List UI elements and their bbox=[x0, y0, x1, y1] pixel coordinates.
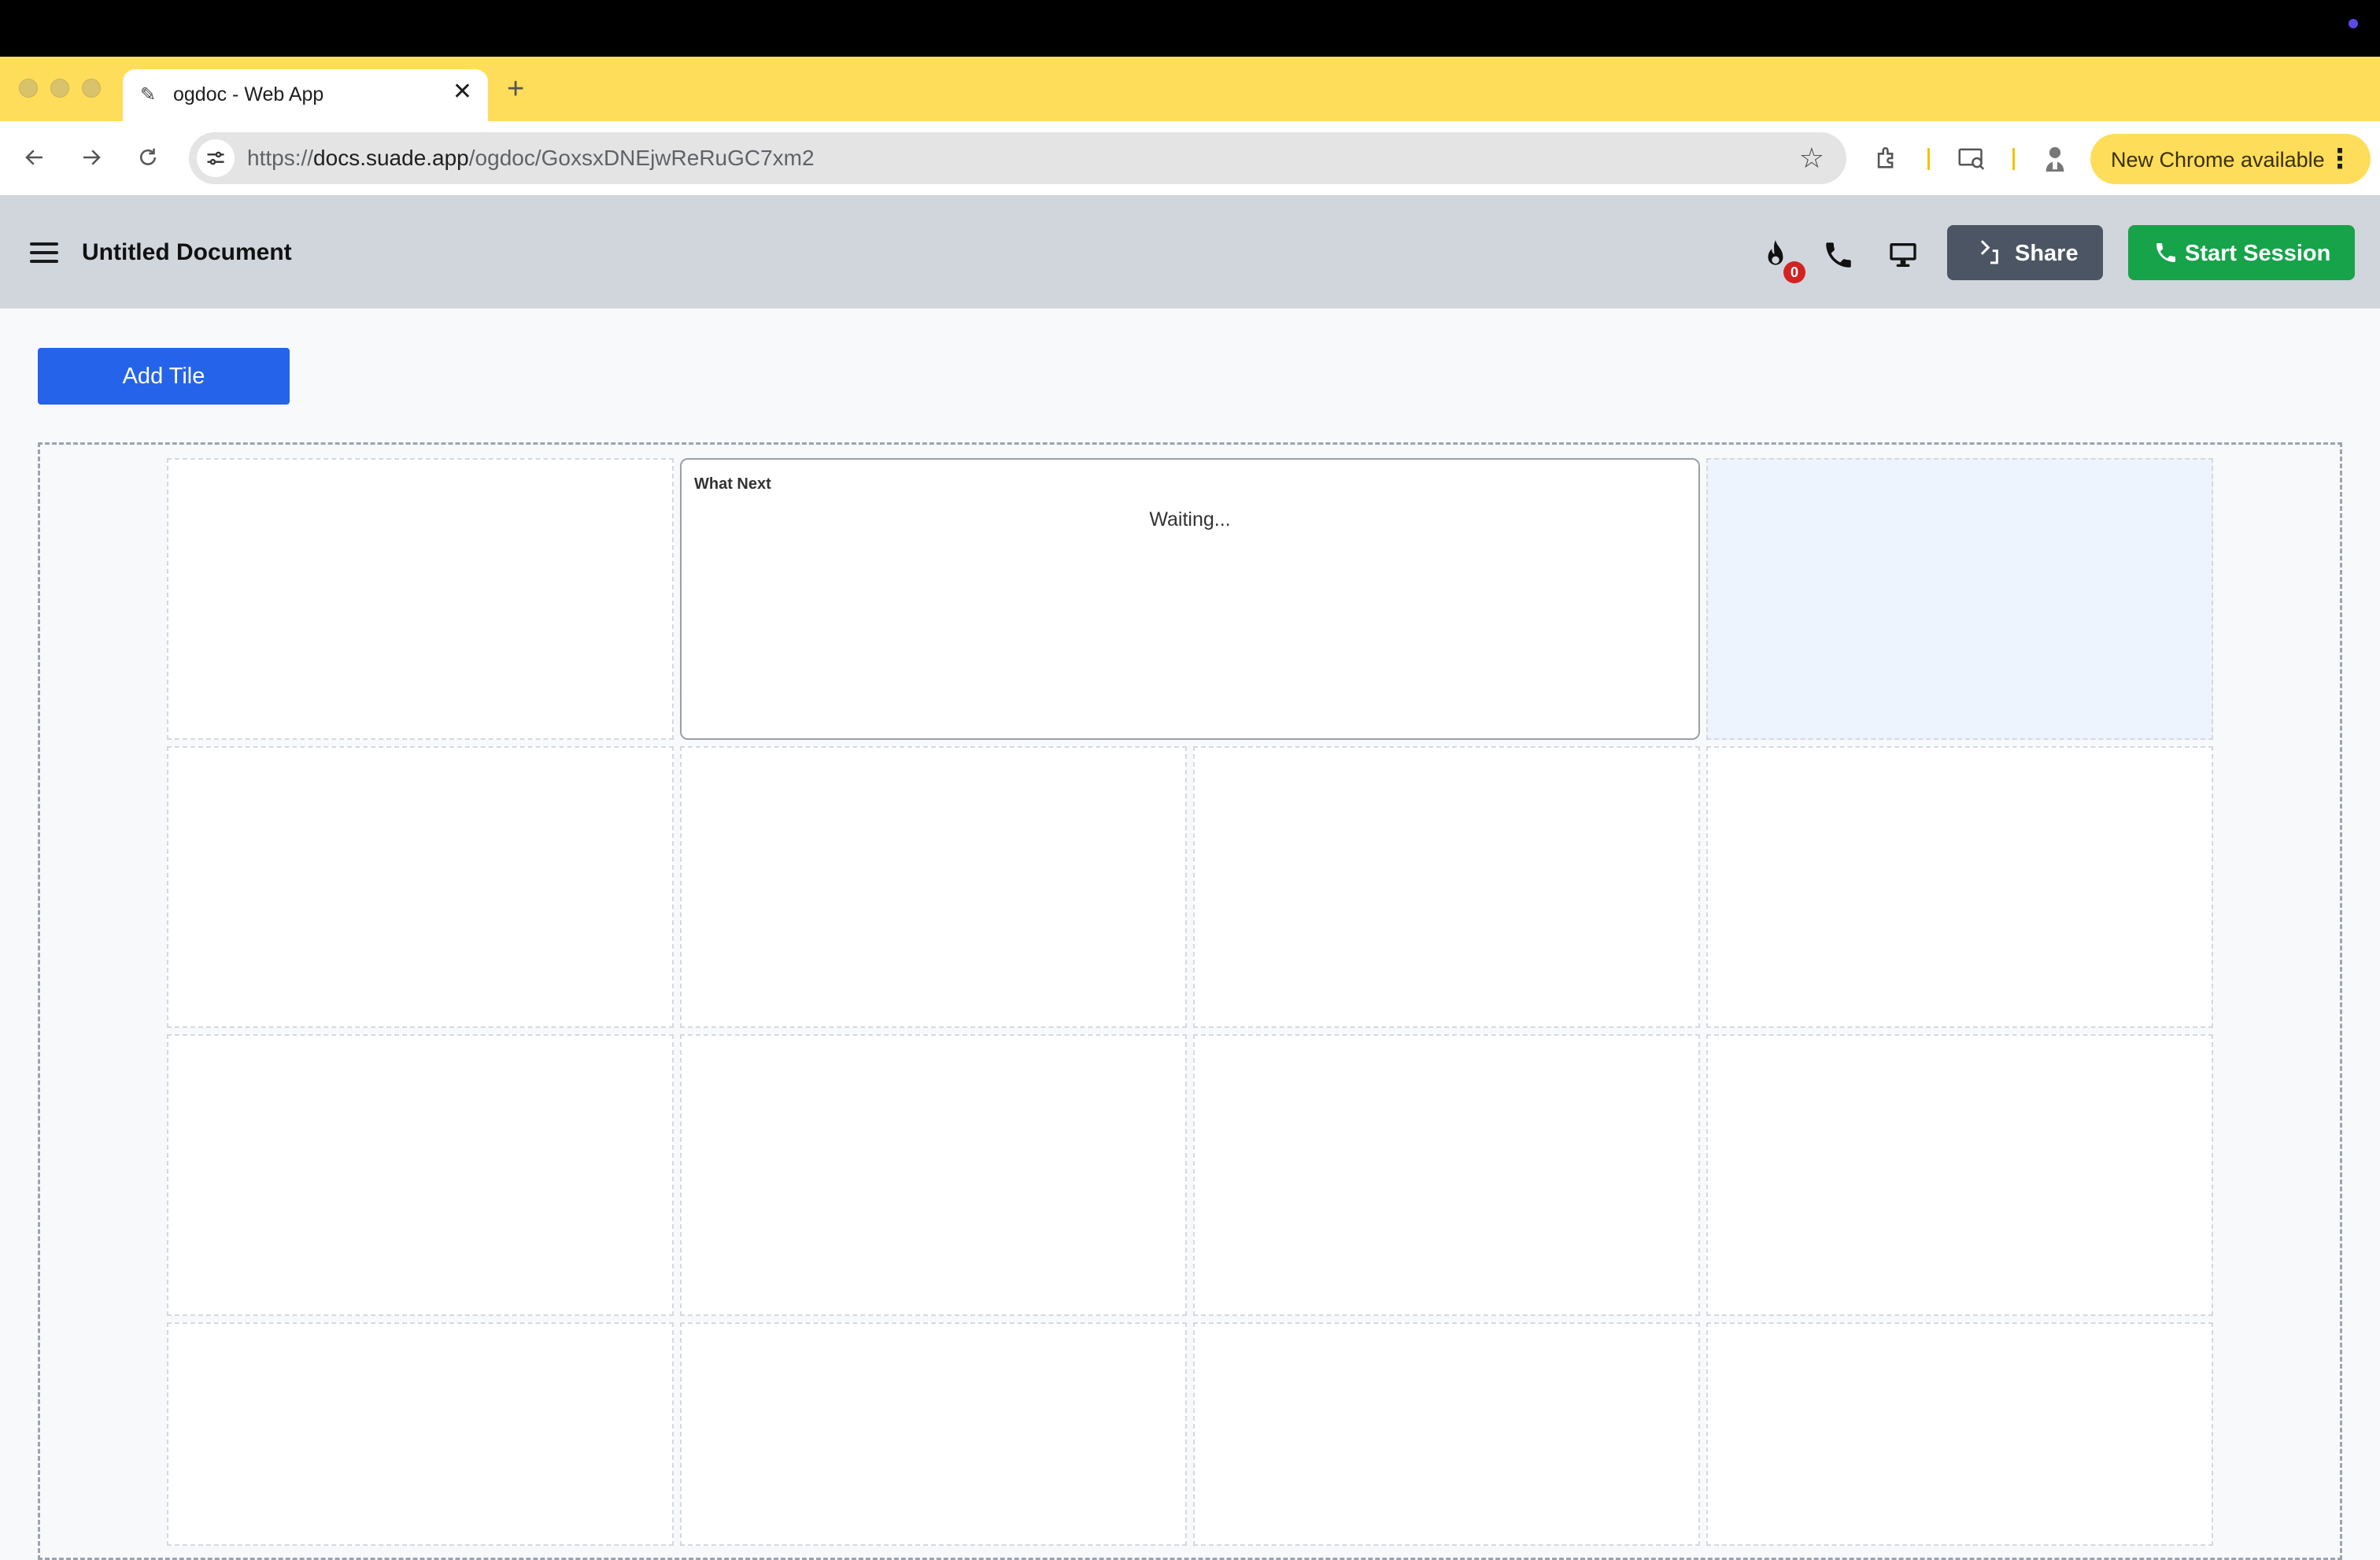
share-label: Share bbox=[2015, 241, 2079, 266]
app-header: Untitled Document 0 Share Start Session bbox=[0, 195, 2380, 309]
window-zoom-button[interactable] bbox=[82, 79, 101, 98]
grid-cell[interactable] bbox=[680, 746, 1187, 1028]
grid-cell[interactable] bbox=[1706, 1034, 2213, 1316]
window-minimize-button[interactable] bbox=[50, 79, 69, 98]
grid-cell[interactable] bbox=[167, 458, 674, 740]
url-scheme: https:// bbox=[247, 146, 314, 170]
grid-cell[interactable] bbox=[680, 1034, 1187, 1316]
grid-cell[interactable] bbox=[1193, 1034, 1700, 1316]
window-close-button[interactable] bbox=[19, 79, 38, 98]
start-session-button[interactable]: Start Session bbox=[2128, 225, 2355, 280]
document-title[interactable]: Untitled Document bbox=[82, 239, 292, 266]
grid-cell[interactable] bbox=[167, 1034, 674, 1316]
phone-icon[interactable] bbox=[1818, 235, 1859, 275]
os-menu-bar bbox=[0, 0, 2380, 57]
status-dot bbox=[2349, 19, 2358, 28]
address-bar[interactable]: https://docs.suade.app/ogdoc/GoxsxDNEjwR… bbox=[189, 132, 1846, 184]
browser-tab[interactable]: ✎ ogdoc - Web App ✕ bbox=[123, 69, 488, 121]
new-tab-button[interactable]: + bbox=[507, 74, 524, 104]
grid-cell[interactable] bbox=[680, 1322, 1187, 1546]
share-button[interactable]: Share bbox=[1947, 225, 2103, 280]
tab-close-icon[interactable]: ✕ bbox=[453, 80, 472, 104]
tab-title: ogdoc - Web App bbox=[173, 83, 324, 105]
tile-card[interactable]: What Next Waiting... bbox=[680, 458, 1700, 740]
reload-icon[interactable] bbox=[131, 140, 165, 175]
menu-icon[interactable]: ⋮ bbox=[2326, 143, 2353, 175]
extensions-icon[interactable] bbox=[1870, 142, 1903, 175]
star-icon[interactable]: ☆ bbox=[1799, 142, 1824, 175]
grid-cell[interactable] bbox=[1193, 1322, 1700, 1546]
url-path: /ogdoc/GoxsxDNEjwReRuGC7xm2 bbox=[468, 146, 815, 170]
notification-badge: 0 bbox=[1783, 261, 1805, 283]
back-icon[interactable] bbox=[17, 140, 52, 175]
grid-cell-highlighted[interactable] bbox=[1706, 458, 2213, 740]
hamburger-menu-icon[interactable] bbox=[30, 242, 58, 263]
url-text: https://docs.suade.app/ogdoc/GoxsxDNEjwR… bbox=[247, 146, 815, 171]
monitor-icon[interactable] bbox=[1883, 235, 1924, 275]
toolbar-divider bbox=[2012, 148, 2015, 170]
url-host: docs.suade.app bbox=[313, 146, 469, 170]
add-tile-button[interactable]: Add Tile bbox=[38, 348, 290, 405]
grid-cell[interactable] bbox=[167, 746, 674, 1028]
pen-favicon-icon: ✎ bbox=[140, 84, 157, 105]
update-label: New Chrome available bbox=[2111, 148, 2325, 172]
cast-search-icon[interactable] bbox=[1955, 142, 1988, 175]
browser-toolbar: https://docs.suade.app/ogdoc/GoxsxDNEjwR… bbox=[0, 121, 2380, 196]
site-info-icon[interactable] bbox=[197, 139, 235, 177]
tile-title: What Next bbox=[694, 475, 771, 493]
forward-icon[interactable] bbox=[74, 140, 109, 175]
grid-cell[interactable] bbox=[1193, 746, 1700, 1028]
grid-cell[interactable] bbox=[1706, 1322, 2213, 1546]
toolbar-divider bbox=[1927, 148, 1930, 170]
tile-status: Waiting... bbox=[1149, 508, 1231, 530]
profile-icon[interactable] bbox=[2038, 142, 2071, 175]
phone-icon bbox=[2153, 240, 2179, 269]
grid-cell[interactable] bbox=[1706, 746, 2213, 1028]
start-session-label: Start Session bbox=[2185, 241, 2331, 266]
browser-tab-strip: ✎ ogdoc - Web App ✕ + bbox=[0, 57, 2380, 121]
grid-cell[interactable] bbox=[167, 1322, 674, 1546]
share-arrow-icon bbox=[1977, 238, 2004, 270]
chrome-update-button[interactable]: New Chrome available ⋮ bbox=[2090, 134, 2371, 184]
